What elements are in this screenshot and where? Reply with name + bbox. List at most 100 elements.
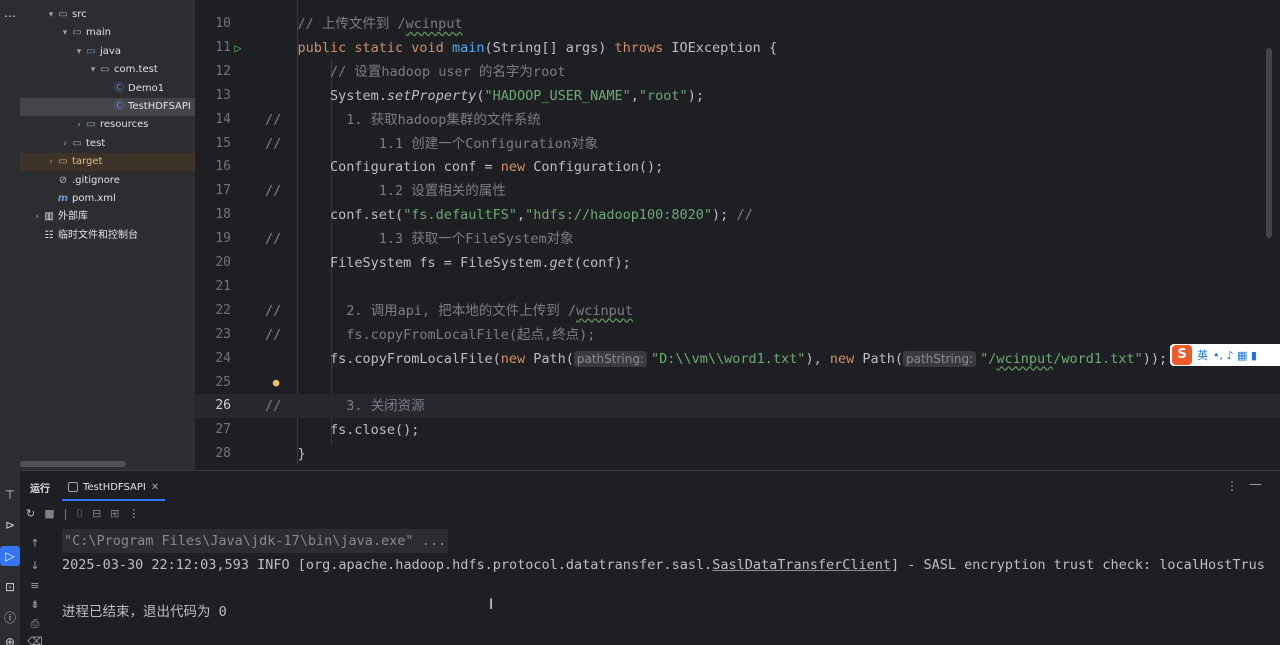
more-tools-icon[interactable]: ⋯: [0, 6, 20, 26]
git-icon: ⊘: [58, 174, 68, 186]
folder-icon: ▭: [86, 119, 96, 131]
chevron-icon[interactable]: ›: [32, 208, 42, 226]
chevron-icon[interactable]: ›: [74, 116, 84, 134]
code-line[interactable]: 28 }: [195, 442, 1280, 466]
delete-icon[interactable]: ⌫: [26, 635, 44, 645]
close-icon[interactable]: ✕: [151, 482, 159, 493]
terminal-icon[interactable]: ⊡: [0, 577, 20, 597]
line-number: 26: [215, 398, 231, 414]
code-line[interactable]: 14 // 1. 获取hadoop集群的文件系统: [195, 108, 1280, 132]
line-number: 13: [215, 87, 231, 103]
tree-item[interactable]: Ⓒ Demo1: [20, 80, 195, 98]
code-line[interactable]: 26 // 3. 关闭资源: [195, 394, 1280, 419]
run-tool-window: 运行 TestHDFSAPI ✕ ⋮ — ↻ ■ | ⌷ ⊟ ⊞ ⋮ ↑ ↓ ≡…: [20, 470, 1280, 645]
code-line[interactable]: 18 conf.set("fs.defaultFS","hdfs://hadoo…: [195, 203, 1280, 227]
console-line: 2025-03-30 22:12:03,593 INFO [org.apache…: [62, 556, 1265, 573]
code-line[interactable]: 25 ●: [195, 371, 1280, 395]
chevron-icon[interactable]: ▾: [46, 6, 56, 24]
editor-vertical-scrollbar[interactable]: [1266, 48, 1272, 238]
tree-item[interactable]: ▾ ▭ java: [20, 43, 195, 61]
line-number: 20: [215, 255, 231, 270]
tree-item[interactable]: ▾ ▭ main: [20, 24, 195, 42]
tree-item[interactable]: Ⓒ TestHDFSAPI: [20, 98, 195, 116]
ime-toolbar[interactable]: S 英 •, ♪ ▦ ▮: [1170, 344, 1280, 366]
tree-item[interactable]: › ▭ resources: [20, 116, 195, 134]
folder-target-icon: ▭: [58, 156, 68, 168]
minimize-icon[interactable]: —: [1249, 477, 1262, 492]
scroll-up-icon[interactable]: ↑: [26, 537, 44, 550]
tree-item[interactable]: › ▭ target: [20, 153, 195, 172]
chevron-icon[interactable]: ▾: [74, 43, 84, 61]
run-tool-icon[interactable]: ▷: [0, 546, 20, 566]
soft-wrap-icon[interactable]: ≡: [26, 579, 44, 592]
chevron-icon[interactable]: ›: [60, 135, 70, 153]
code-text: // 设置hadoop user 的名字为root: [265, 63, 566, 80]
console-line: "C:\Program Files\Java\jdk-17\bin\java.e…: [62, 529, 449, 553]
code-line[interactable]: 16 Configuration conf = new Configuratio…: [195, 155, 1280, 179]
lightbulb-icon[interactable]: ●: [269, 371, 283, 395]
code-line[interactable]: 17 // 1.2 设置相关的属性: [195, 179, 1280, 203]
more-options-icon[interactable]: ⋮: [1226, 479, 1238, 493]
line-number: 22: [215, 302, 231, 318]
code-line[interactable]: 21: [195, 275, 1280, 299]
scroll-to-end-icon[interactable]: ⇟: [26, 598, 44, 611]
git-icon[interactable]: ⊕: [0, 632, 20, 645]
build-icon[interactable]: ⊤: [0, 485, 20, 505]
tree-item[interactable]: › ▥ 外部库: [20, 208, 195, 226]
code-line[interactable]: 23 // fs.copyFromLocalFile(起点,终点);: [195, 323, 1280, 347]
more-actions-icon[interactable]: ⋮: [128, 507, 139, 521]
chevron-icon[interactable]: ▾: [60, 24, 70, 42]
ime-tool-icons[interactable]: •, ♪ ▦ ▮: [1213, 349, 1257, 362]
problems-icon[interactable]: ⓘ: [0, 608, 20, 628]
code-text: System.setProperty("HADOOP_USER_NAME","r…: [265, 87, 704, 104]
line-number: 12: [215, 63, 231, 79]
code-line[interactable]: 27 fs.close();: [195, 418, 1280, 442]
class-link[interactable]: SaslDataTransferClient: [712, 557, 891, 573]
code-text: }: [265, 446, 306, 463]
code-text: // 上传文件到 /wcinput: [265, 16, 463, 32]
tree-item[interactable]: ⊘ .gitignore: [20, 172, 195, 190]
tree-item[interactable]: ▾ ▭ src: [20, 6, 195, 24]
run-tab-testhdfsapi[interactable]: TestHDFSAPI ✕: [62, 475, 166, 501]
library-icon: ▥: [44, 211, 54, 223]
tool-window-strip: ⋯ ⊤ ⊳ ▷ ⊡ ⓘ ⊕: [0, 0, 20, 645]
code-line[interactable]: 15 // 1.1 创建一个Configuration对象: [195, 132, 1280, 156]
run-panel-title: 运行: [30, 484, 50, 495]
tree-item-label: java: [100, 45, 121, 57]
tree-item[interactable]: › ▭ test: [20, 135, 195, 153]
code-line[interactable]: 24 fs.copyFromLocalFile(new Path(pathStr…: [195, 347, 1280, 371]
line-number: 19: [215, 231, 231, 247]
restore-layout-icon[interactable]: ⊟: [92, 507, 101, 521]
chevron-icon[interactable]: ▾: [88, 61, 98, 79]
scratch-icon: ☷: [44, 229, 54, 241]
tree-horizontal-scrollbar[interactable]: [20, 461, 126, 467]
code-text: fs.close();: [265, 422, 420, 439]
tree-item[interactable]: m pom.xml: [20, 190, 195, 208]
tree-item[interactable]: ▾ ▭ com.test: [20, 61, 195, 79]
code-line[interactable]: 20 FileSystem fs = FileSystem.get(conf);: [195, 251, 1280, 275]
code-line[interactable]: 11 ▷ public static void main(String[] arg…: [195, 36, 1280, 60]
folder-icon: ▭: [72, 27, 82, 39]
stop-icon[interactable]: ■: [44, 507, 54, 521]
services-icon[interactable]: ⊳: [0, 515, 20, 535]
ime-language-toggle[interactable]: 英: [1197, 347, 1208, 363]
folder-src-icon: ▭: [86, 45, 96, 57]
tree-item[interactable]: ☷ 临时文件和控制台: [20, 227, 195, 245]
rerun-icon[interactable]: ↻: [26, 507, 35, 521]
tree-item-label: TestHDFSAPI: [128, 101, 191, 112]
run-header: 运行 TestHDFSAPI ✕ ⋮ —: [20, 471, 1280, 501]
scroll-down-icon[interactable]: ↓: [26, 559, 44, 572]
code-line[interactable]: 10 // 上传文件到 /wcinput: [195, 12, 1280, 36]
camera-icon[interactable]: ⌷: [76, 507, 83, 521]
code-editor[interactable]: 10 // 上传文件到 /wcinput 11 ▷ public static vo…: [195, 0, 1280, 470]
chevron-icon[interactable]: ›: [46, 153, 56, 171]
line-number: 25: [215, 374, 231, 390]
code-line[interactable]: 19 // 1.3 获取一个FileSystem对象: [195, 227, 1280, 251]
code-line[interactable]: 22 // 2. 调用api, 把本地的文件上传到 /wcinput: [195, 299, 1280, 323]
code-line[interactable]: 13 System.setProperty("HADOOP_USER_NAME"…: [195, 84, 1280, 108]
run-gutter-icon[interactable]: ▷: [231, 36, 245, 60]
code-line[interactable]: 12 // 设置hadoop user 的名字为root: [195, 60, 1280, 84]
pin-icon[interactable]: ⊞: [110, 507, 119, 521]
tree-item-label: target: [72, 156, 103, 168]
print-icon[interactable]: ⎙: [26, 617, 44, 631]
